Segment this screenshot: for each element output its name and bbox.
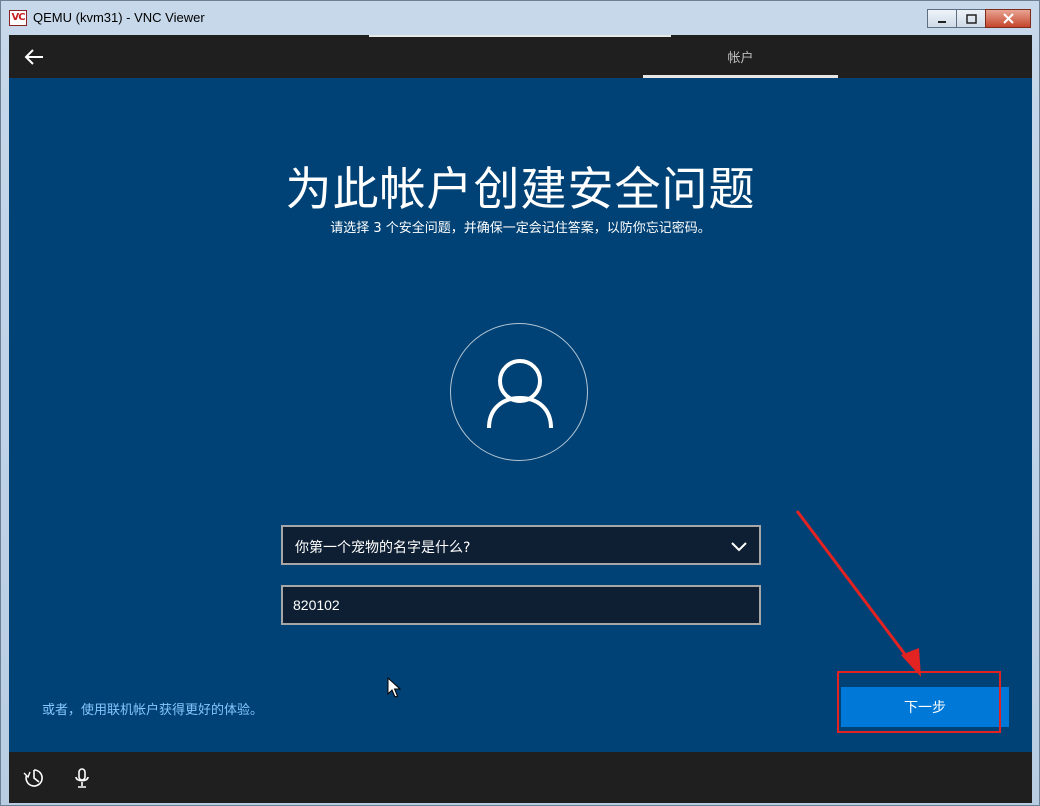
vnc-top-strip (369, 35, 671, 37)
vnc-window: VC QEMU (kvm31) - VNC Viewer 帐户 为此帐户创建安全… (0, 0, 1040, 806)
oobe-header: 帐户 (9, 35, 1032, 78)
ease-of-access-button[interactable] (23, 767, 45, 789)
oobe-screen: 帐户 为此帐户创建安全问题 请选择 3 个安全问题，并确保一定会记住答案，以防你… (9, 35, 1032, 803)
back-button[interactable] (21, 44, 47, 70)
window-title: QEMU (kvm31) - VNC Viewer (33, 10, 205, 25)
microphone-button[interactable] (71, 767, 93, 789)
minimize-button[interactable] (927, 9, 957, 28)
minimize-icon (938, 20, 946, 23)
page-title: 为此帐户创建安全问题 (285, 162, 756, 216)
security-question-value: 你第一个宠物的名字是什么? (295, 540, 471, 556)
next-button[interactable]: 下一步 (841, 687, 1009, 727)
window-controls (927, 9, 1031, 28)
security-answer-input[interactable] (281, 585, 761, 625)
window-titlebar: VC QEMU (kvm31) - VNC Viewer (1, 1, 1039, 35)
back-arrow-icon (24, 49, 43, 65)
ease-of-access-icon (23, 769, 43, 787)
vnc-app-icon: VC (9, 10, 27, 26)
security-question-select[interactable]: 你第一个宠物的名字是什么? (281, 525, 761, 565)
restore-icon (965, 13, 977, 24)
mouse-cursor-icon (387, 677, 401, 698)
close-icon (1002, 13, 1014, 24)
maximize-button[interactable] (956, 9, 986, 28)
tab-accounts: 帐户 (727, 51, 754, 66)
annotation-arrow (795, 510, 921, 677)
close-button[interactable] (985, 9, 1031, 28)
avatar (450, 323, 588, 461)
tab-underline (643, 75, 838, 78)
oobe-footer-bar (9, 752, 1032, 803)
online-account-link[interactable]: 或者，使用联机帐户获得更好的体验。 (42, 699, 263, 718)
microphone-icon (75, 768, 89, 788)
user-icon (487, 359, 553, 429)
chevron-down-icon (731, 542, 747, 552)
page-subtitle: 请选择 3 个安全问题，并确保一定会记住答案，以防你忘记密码。 (330, 221, 711, 236)
